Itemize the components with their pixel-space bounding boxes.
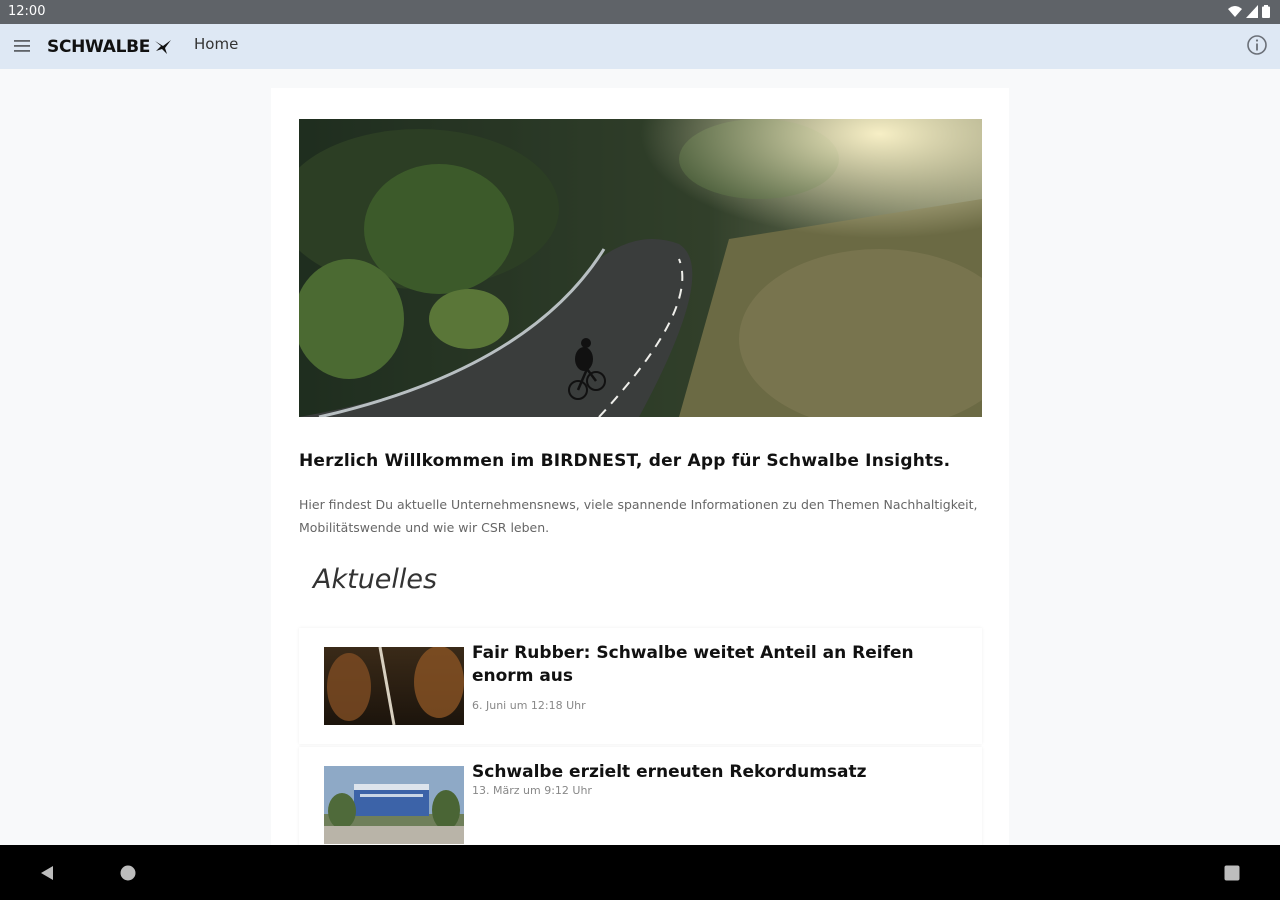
- back-icon[interactable]: [38, 864, 56, 882]
- menu-icon[interactable]: [12, 38, 32, 54]
- status-bar: 12:00: [0, 0, 1280, 24]
- system-nav-bar: [0, 845, 1280, 900]
- home-content: Herzlich Willkommen im BIRDNEST, der App…: [271, 88, 1009, 845]
- info-icon[interactable]: [1246, 34, 1268, 56]
- swallow-icon: [155, 40, 172, 54]
- brand-logo[interactable]: SCHWALBE: [47, 36, 172, 58]
- section-heading-aktuelles: Aktuelles: [313, 564, 438, 595]
- status-icons: [1228, 5, 1270, 18]
- news-thumbnail: [324, 766, 464, 844]
- recents-icon[interactable]: [1223, 864, 1241, 882]
- news-date: 6. Juni um 12:18 Uhr: [472, 699, 586, 712]
- news-card[interactable]: Fair Rubber: Schwalbe weitet Anteil an R…: [299, 628, 982, 744]
- news-thumbnail: [324, 647, 464, 725]
- news-date: 13. März um 9:12 Uhr: [472, 784, 592, 797]
- signal-icon: [1246, 5, 1258, 18]
- news-card[interactable]: Schwalbe erzielt erneuten Rekordumsatz 1…: [299, 747, 982, 845]
- welcome-intro: Hier findest Du aktuelle Unternehmensnew…: [299, 497, 978, 535]
- news-title: Schwalbe erzielt erneuten Rekordumsatz: [472, 762, 867, 782]
- home-icon[interactable]: [119, 864, 137, 882]
- app-bar: SCHWALBE Home: [0, 24, 1280, 69]
- wifi-icon: [1228, 6, 1242, 17]
- brand-name: SCHWALBE: [47, 37, 151, 57]
- status-time: 12:00: [8, 4, 46, 19]
- welcome-title: Herzlich Willkommen im BIRDNEST, der App…: [299, 451, 951, 471]
- battery-icon: [1262, 5, 1270, 18]
- page-title: Home: [194, 35, 239, 53]
- news-title: Fair Rubber: Schwalbe weitet Anteil an R…: [472, 643, 914, 686]
- hero-image: [299, 119, 982, 417]
